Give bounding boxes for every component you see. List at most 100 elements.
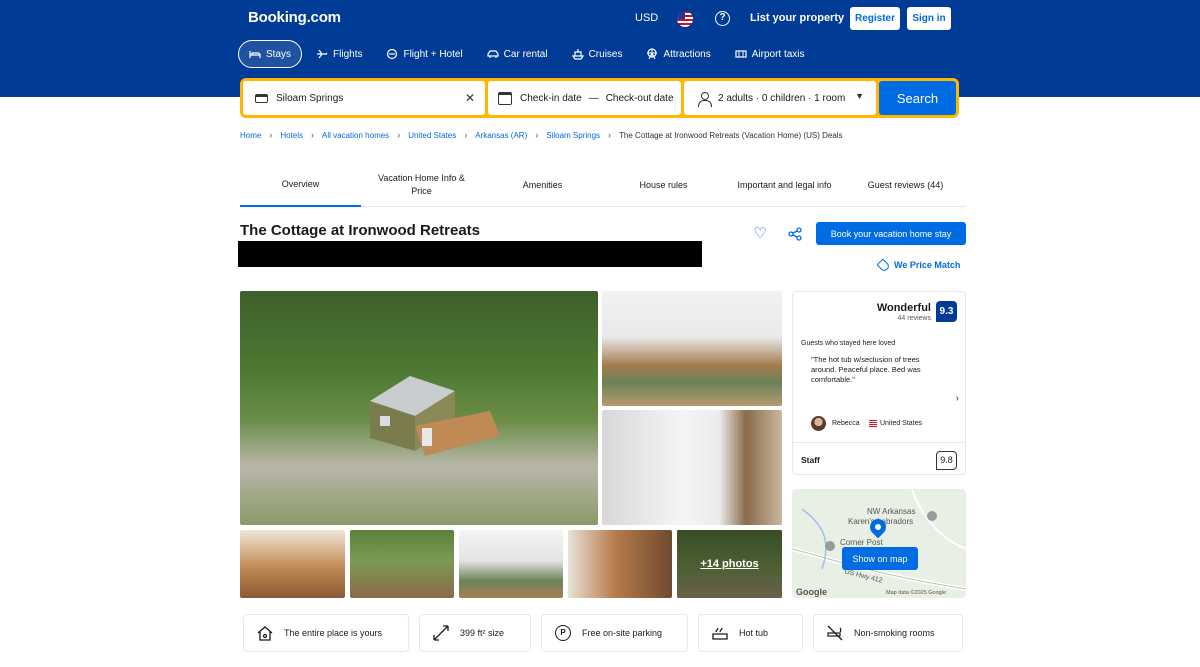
tab-house-rules[interactable]: House rules [603,163,724,207]
breadcrumb-country[interactable]: United States [408,131,456,140]
nav-label: Stays [266,48,292,60]
amenity-label: Non-smoking rooms [854,628,935,638]
bed-icon [255,93,268,103]
review-score-badge: 9.3 [936,301,957,322]
us-flag-icon[interactable] [677,11,693,27]
avatar [811,416,826,431]
amenity-entire-place: The entire place is yours [243,614,409,652]
review-summary: Wonderful 44 reviews 9.3 Guests who stay… [792,291,966,475]
tab-overview[interactable]: Overview [240,163,361,207]
cottage-illustration [370,376,500,456]
ferris-wheel-icon [646,48,658,60]
share-icon[interactable] [787,226,803,242]
review-loved-heading: Guests who stayed here loved [801,340,896,347]
clear-icon[interactable]: ✕ [465,91,475,105]
chevron-down-icon: ▼ [855,91,864,101]
price-match-link[interactable]: We Price Match [876,257,960,273]
tab-info-price[interactable]: Vacation Home Info & Price [361,163,482,207]
breadcrumb: Home › Hotels › All vacation homes › United… [240,130,843,140]
nav-label: Flights [333,48,363,60]
amenity-size: 399 ft² size [419,614,531,652]
breadcrumb-vacation-homes[interactable]: All vacation homes [322,131,389,140]
help-icon[interactable]: ? [715,11,730,26]
amenity-label: Hot tub [739,628,769,638]
checkin-label: Check-in date [520,92,582,104]
chevron-right-icon: › [397,130,401,140]
breadcrumb-hotels[interactable]: Hotels [280,131,303,140]
person-icon [698,91,712,107]
tag-icon [876,257,891,273]
review-rating-label: Wonderful [876,302,931,314]
show-on-map-button[interactable]: Show on map [842,547,918,570]
map-label: Corner Post [840,538,883,547]
reviewer-country: United States [880,420,923,427]
tab-guest-reviews[interactable]: Guest reviews (44) [845,163,966,207]
plane-icon [316,48,328,60]
destination-field[interactable]: Siloam Springs ✕ [243,81,485,115]
hot-tub-icon [711,624,729,642]
staff-score-badge: 9.8 [936,451,957,470]
breadcrumb-current: The Cottage at Ironwood Retreats (Vacati… [619,130,843,140]
nav-label: Flight + Hotel [403,48,463,60]
map-label: NW Arkansas [867,507,916,516]
breadcrumb-state[interactable]: Arkansas (AR) [475,131,527,140]
nav-cruises[interactable]: Cruises [562,40,633,68]
more-photos-link[interactable]: +14 photos [677,530,782,598]
nav-label: Car rental [503,48,548,60]
bedroom-thumbnail[interactable] [459,530,563,598]
chevron-right-icon: › [311,130,315,140]
nav-label: Airport taxis [751,48,805,60]
size-icon [432,624,450,642]
property-title: The Cottage at Ironwood Retreats [240,222,481,239]
guests-value: 2 adults · 0 children · 1 room [718,92,846,104]
house-key-icon [256,624,274,642]
date-separator: — [588,92,599,104]
bedroom-photo[interactable] [602,291,782,406]
guests-field[interactable]: 2 adults · 0 children · 1 room ▼ [684,81,876,115]
divider [793,442,965,443]
nav-flights[interactable]: Flights [306,40,372,68]
redacted-address [238,241,702,267]
heart-icon[interactable]: ♡ [752,226,768,242]
sign-in-button[interactable]: Sign in [907,7,951,30]
main-nav: Stays Flights Flight + Hotel Car rental … [238,40,819,68]
book-button[interactable]: Book your vacation home stay [816,222,966,245]
amenity-label: 399 ft² size [460,628,505,638]
review-count[interactable]: 44 reviews [898,315,931,322]
search-button[interactable]: Search [879,81,956,115]
google-logo: Google [796,587,827,597]
chevron-right-icon: › [464,130,468,140]
chevron-right-icon: › [269,130,273,140]
nav-flight-hotel[interactable]: Flight + Hotel [376,40,472,68]
stairs-thumbnail[interactable] [568,530,672,598]
nav-car-rental[interactable]: Car rental [477,40,558,68]
amenity-label: The entire place is yours [284,628,383,638]
register-button[interactable]: Register [850,7,900,30]
no-smoking-icon [826,624,844,642]
bathroom-photo[interactable] [602,410,782,525]
checkout-label: Check-out date [605,92,674,104]
tab-amenities[interactable]: Amenities [482,163,603,207]
tab-legal-info[interactable]: Important and legal info [724,163,845,207]
currency-selector[interactable]: USD [635,12,658,24]
map-preview[interactable]: NW Arkansas Karen's Labradors Corner Pos… [792,489,966,598]
breadcrumb-home[interactable]: Home [240,131,261,140]
breadcrumb-city[interactable]: Siloam Springs [546,131,600,140]
nav-attractions[interactable]: Attractions [636,40,720,68]
living-room-thumbnail[interactable] [240,530,345,598]
us-flag-icon [869,420,877,427]
nav-stays[interactable]: Stays [238,40,303,68]
calendar-icon [498,91,512,105]
main-photo[interactable] [240,291,598,525]
chevron-right-icon: › [608,130,612,140]
ship-icon [571,48,584,60]
nav-label: Cruises [588,48,623,60]
chevron-right-icon[interactable]: › [956,393,959,404]
deck-thumbnail[interactable] [350,530,454,598]
list-property-link[interactable]: List your property [750,12,844,24]
dates-field[interactable]: Check-in date — Check-out date [488,81,681,115]
bed-icon [249,48,261,60]
staff-label: Staff [801,455,820,465]
nav-airport-taxis[interactable]: Airport taxis [725,40,815,68]
booking-logo[interactable]: Booking.com [248,9,341,26]
